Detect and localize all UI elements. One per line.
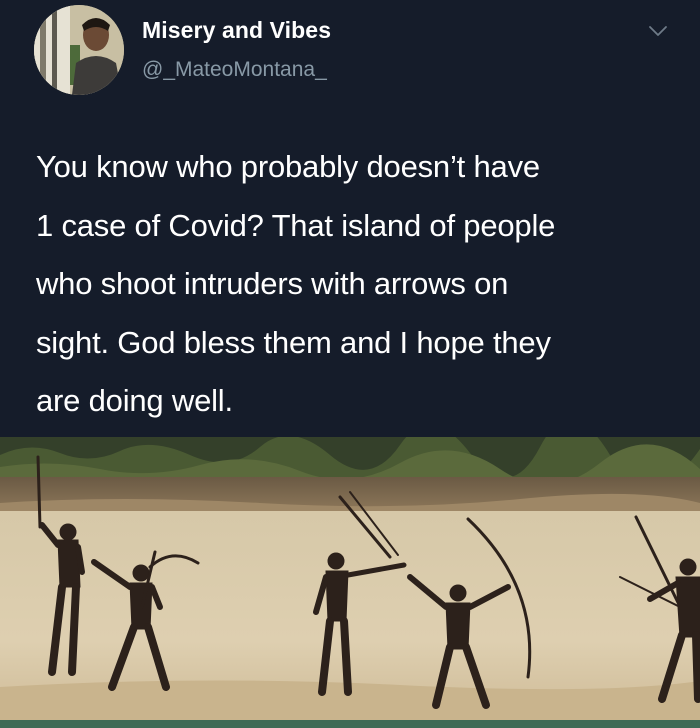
tweet-photo[interactable] xyxy=(0,437,700,728)
tweet-text-line: sight. God bless them and I hope they xyxy=(36,324,551,360)
profile-photo-icon xyxy=(34,5,124,95)
tweet-text-line: are doing well. xyxy=(36,383,233,418)
chevron-down-icon[interactable] xyxy=(648,24,668,40)
tweet-card: Misery and Vibes @_MateoMontana_ You kno… xyxy=(0,0,700,437)
tweet-text: You know who probably doesn’t have 1 cas… xyxy=(36,138,676,431)
tweet-text-line: 1 case of Covid? That island of people xyxy=(36,207,556,243)
author-name[interactable]: Misery and Vibes xyxy=(142,17,331,44)
avatar[interactable] xyxy=(34,5,124,95)
tweet-text-line: You know who probably doesn’t have xyxy=(36,149,540,184)
tweet-text-line: who shoot intruders with arrows on xyxy=(36,266,509,301)
author-handle[interactable]: @_MateoMontana_ xyxy=(142,58,327,82)
beach-archers-image xyxy=(0,437,700,728)
